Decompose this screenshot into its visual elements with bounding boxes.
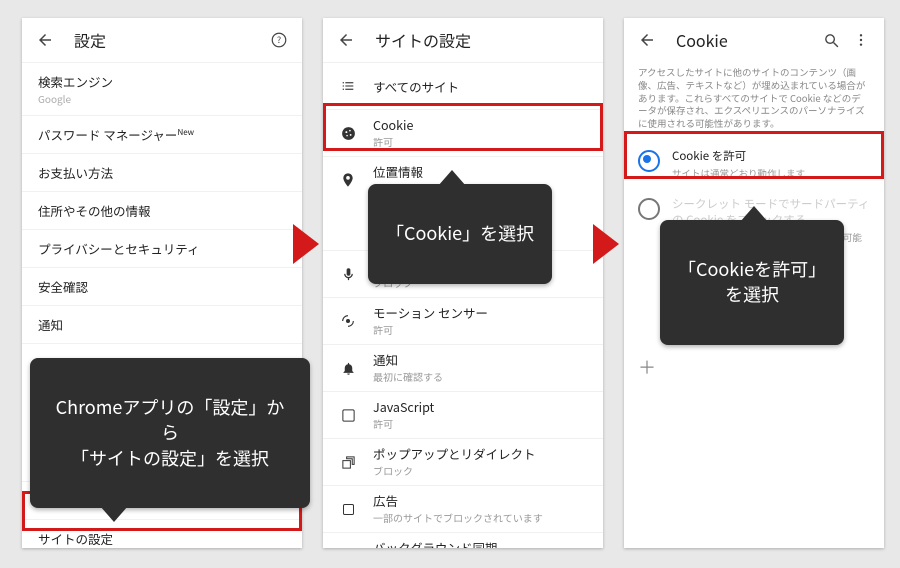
- step-arrow-icon: [293, 224, 319, 264]
- topbar: Cookie: [624, 18, 884, 62]
- back-icon[interactable]: [335, 29, 357, 51]
- row-site-settings[interactable]: サイトの設定: [22, 519, 302, 548]
- option-allow-cookies[interactable]: Cookie を許可 サイトは通常どおり動作します: [624, 140, 884, 188]
- row-addresses[interactable]: 住所やその他の情報: [22, 191, 302, 229]
- step-arrow-icon: [593, 224, 619, 264]
- row-js[interactable]: JavaScript 許可: [323, 391, 603, 438]
- cookie-description: アクセスしたサイトに他のサイトのコンテンツ（画像、広告、テキストなど）が埋め込ま…: [624, 62, 884, 140]
- row-payments[interactable]: お支払い方法: [22, 153, 302, 191]
- cookie-icon: [337, 125, 359, 142]
- add-exception[interactable]: ＋: [624, 344, 884, 390]
- help-icon[interactable]: ?: [268, 29, 290, 51]
- callout-1: Chromeアプリの「設定」から 「サイトの設定」を選択: [30, 358, 310, 508]
- tutorial-stage: 設定 ? 検索エンジン Google パスワード マネージャーNew お支払い方…: [0, 0, 900, 568]
- back-icon[interactable]: [636, 29, 658, 51]
- row-all-sites[interactable]: すべてのサイト: [323, 62, 603, 109]
- bell-icon: [337, 361, 359, 376]
- topbar: 設定 ?: [22, 18, 302, 62]
- popup-icon: [337, 455, 359, 470]
- page-title: サイトの設定: [375, 28, 471, 52]
- row-popup[interactable]: ポップアップとリダイレクト ブロック: [323, 438, 603, 485]
- topbar: サイトの設定: [323, 18, 603, 62]
- search-icon[interactable]: [820, 29, 842, 51]
- js-icon: [337, 408, 359, 423]
- page-title: 設定: [74, 28, 106, 52]
- row-password-manager[interactable]: パスワード マネージャーNew: [22, 115, 302, 153]
- row-notif[interactable]: 通知 最初に確認する: [323, 344, 603, 391]
- row-privacy[interactable]: プライバシーとセキュリティ: [22, 229, 302, 267]
- row-ads[interactable]: 広告 一部のサイトでブロックされています: [323, 485, 603, 532]
- row-cookie[interactable]: Cookie 許可: [323, 109, 603, 156]
- motion-icon: [337, 313, 359, 329]
- row-motion[interactable]: モーション センサー 許可: [323, 297, 603, 344]
- radio-selected-icon: [638, 150, 660, 172]
- page-title: Cookie: [676, 28, 728, 52]
- radio-icon: [638, 198, 660, 220]
- row-search-engine[interactable]: 検索エンジン Google: [22, 62, 302, 115]
- callout-2: 「Cookie」を選択: [368, 184, 552, 284]
- callout-3: 「Cookieを許可」 を選択: [660, 220, 844, 345]
- mic-icon: [337, 267, 359, 282]
- svg-text:?: ?: [277, 33, 281, 46]
- more-icon[interactable]: [850, 29, 872, 51]
- list-icon: [337, 78, 359, 94]
- row-bg-sync[interactable]: バックグラウンド同期 許可: [323, 532, 603, 548]
- row-safety-check[interactable]: 安全確認: [22, 267, 302, 305]
- back-icon[interactable]: [34, 29, 56, 51]
- location-icon: [337, 172, 359, 188]
- row-notifications[interactable]: 通知: [22, 305, 302, 343]
- ads-icon: [337, 502, 359, 517]
